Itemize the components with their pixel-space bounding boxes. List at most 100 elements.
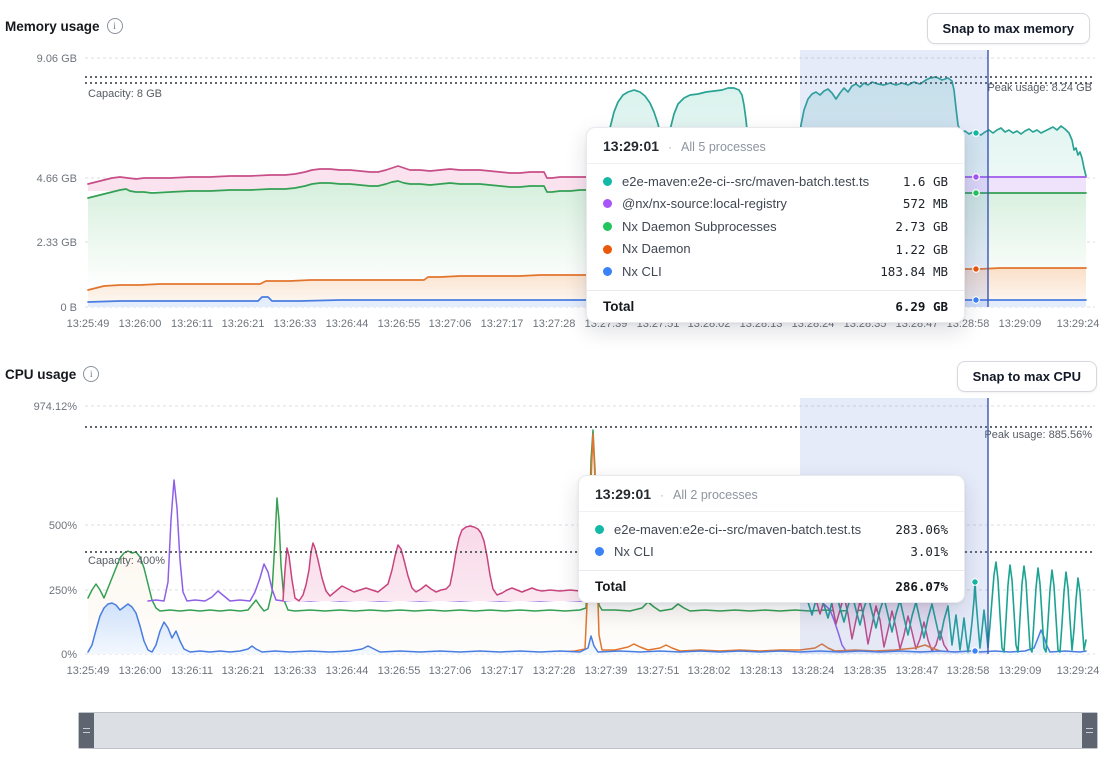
y-axis-tick: 0 B [60, 302, 77, 314]
series-value: 572 MB [903, 196, 948, 211]
hover-marker [973, 297, 980, 304]
x-axis-tick: 13:28:02 [688, 665, 731, 677]
x-axis-tick: 13:26:33 [274, 665, 317, 677]
tooltip-row: Nx CLI 3.01% [579, 541, 964, 564]
tooltip-total-row: Total 6.29 GB [587, 290, 964, 322]
hover-marker [973, 266, 980, 273]
x-axis-tick: 13:29:09 [999, 665, 1042, 677]
series-value: 2.73 GB [895, 219, 948, 234]
series-dot-icon [603, 199, 612, 208]
tooltip-row: Nx CLI 183.84 MB [587, 260, 964, 283]
tooltip-subtitle: All 2 processes [673, 488, 758, 502]
x-axis-tick: 13:28:13 [740, 665, 783, 677]
annotation-label: Peak usage: 885.56% [984, 429, 1092, 441]
series-name: Nx CLI [622, 264, 662, 280]
x-axis-tick: 13:26:55 [378, 665, 421, 677]
x-axis-tick: 13:26:00 [119, 665, 162, 677]
x-axis-tick: 13:27:17 [481, 665, 524, 677]
series-dot-icon [603, 267, 612, 276]
series-name: @nx/nx-source:local-registry [622, 196, 787, 212]
series-name: e2e-maven:e2e-ci--src/maven-batch.test.t… [614, 522, 861, 538]
series-value: 1.6 GB [903, 174, 948, 189]
tooltip-row: e2e-maven:e2e-ci--src/maven-batch.test.t… [579, 518, 964, 541]
x-axis-tick: 13:27:28 [533, 318, 576, 330]
y-axis-tick: 4.66 GB [37, 173, 77, 185]
annotation-label: Capacity: 8 GB [88, 88, 162, 100]
x-axis-tick: 13:26:55 [378, 318, 421, 330]
series-value: 3.01% [910, 544, 948, 559]
brush-right-handle[interactable] [1082, 713, 1097, 748]
x-axis-tick: 13:25:49 [67, 665, 110, 677]
series-name: Nx Daemon [622, 241, 691, 257]
total-label: Total [595, 579, 626, 594]
cpu-section-title: CPU usage [5, 366, 99, 382]
total-label: Total [603, 299, 634, 314]
cpu-title-text: CPU usage [5, 367, 76, 382]
y-axis-tick: 9.06 GB [37, 53, 77, 65]
series-name: Nx Daemon Subprocesses [622, 219, 777, 235]
info-icon[interactable] [107, 18, 123, 34]
brush-left-handle[interactable] [79, 713, 94, 748]
series-value: 1.22 GB [895, 242, 948, 257]
series-value: 183.84 MB [880, 264, 948, 279]
memory-tooltip: 13:29:01 · All 5 processes e2e-maven:e2e… [586, 127, 965, 323]
memory-section-title: Memory usage [5, 18, 123, 34]
tooltip-row: Nx Daemon Subprocesses 2.73 GB [587, 215, 964, 238]
x-axis-tick: 13:28:24 [792, 665, 835, 677]
hover-marker [973, 130, 980, 137]
x-axis-tick: 13:26:33 [274, 318, 317, 330]
x-axis-tick: 13:28:58 [947, 665, 990, 677]
tooltip-row: Nx Daemon 1.22 GB [587, 238, 964, 261]
x-axis-tick: 13:27:51 [637, 665, 680, 677]
tooltip-separator: · [660, 488, 664, 502]
y-axis-tick: 0% [61, 649, 77, 661]
series-dot-icon [603, 222, 612, 231]
x-axis-tick: 13:26:44 [326, 318, 369, 330]
y-axis-tick: 974.12% [34, 401, 78, 413]
x-axis-tick: 13:25:49 [67, 318, 110, 330]
info-icon[interactable] [83, 366, 99, 382]
y-axis-tick: 500% [49, 520, 77, 532]
hover-marker [972, 579, 979, 586]
series-name: e2e-maven:e2e-ci--src/maven-batch.test.t… [622, 174, 869, 190]
tooltip-time: 13:29:01 [595, 486, 651, 502]
x-axis-tick: 13:26:21 [222, 665, 265, 677]
cpu-tooltip: 13:29:01 · All 2 processes e2e-maven:e2e… [578, 475, 965, 603]
x-axis-tick: 13:29:24 [1057, 318, 1100, 330]
series-name: Nx CLI [614, 544, 654, 560]
total-value: 6.29 GB [895, 299, 948, 314]
tooltip-time: 13:29:01 [603, 138, 659, 154]
tooltip-header: 13:29:01 · All 5 processes [587, 128, 964, 164]
tooltip-rows: e2e-maven:e2e-ci--src/maven-batch.test.t… [579, 512, 964, 570]
snap-to-max-memory-button[interactable]: Snap to max memory [927, 13, 1091, 44]
series-dot-icon [603, 177, 612, 186]
series-dot-icon [595, 525, 604, 534]
x-axis-tick: 13:27:39 [585, 665, 628, 677]
x-axis-tick: 13:26:11 [171, 665, 213, 677]
tooltip-row: e2e-maven:e2e-ci--src/maven-batch.test.t… [587, 170, 964, 193]
x-axis-tick: 13:28:47 [896, 665, 939, 677]
x-axis-tick: 13:27:17 [481, 318, 524, 330]
series-dot-icon [595, 547, 604, 556]
tooltip-row: @nx/nx-source:local-registry 572 MB [587, 193, 964, 216]
x-axis-tick: 13:26:21 [222, 318, 265, 330]
annotation-label: Capacity: 400% [88, 555, 165, 567]
x-axis-tick: 13:26:00 [119, 318, 162, 330]
x-axis-tick: 13:27:28 [533, 665, 576, 677]
tooltip-subtitle: All 5 processes [681, 140, 766, 154]
snap-to-max-cpu-button[interactable]: Snap to max CPU [957, 361, 1097, 392]
hover-marker [972, 648, 979, 655]
x-axis-tick: 13:29:09 [999, 318, 1042, 330]
series-value: 283.06% [895, 522, 948, 537]
total-value: 286.07% [895, 579, 948, 594]
x-axis-tick: 13:27:06 [429, 665, 472, 677]
x-axis-tick: 13:29:24 [1057, 665, 1100, 677]
tooltip-total-row: Total 286.07% [579, 570, 964, 602]
time-range-brush[interactable] [78, 712, 1098, 749]
x-axis-tick: 13:27:06 [429, 318, 472, 330]
memory-title-text: Memory usage [5, 19, 100, 34]
y-axis-tick: 250% [49, 585, 77, 597]
x-axis-tick: 13:28:35 [844, 665, 887, 677]
tooltip-rows: e2e-maven:e2e-ci--src/maven-batch.test.t… [587, 164, 964, 290]
hover-marker [973, 190, 980, 197]
